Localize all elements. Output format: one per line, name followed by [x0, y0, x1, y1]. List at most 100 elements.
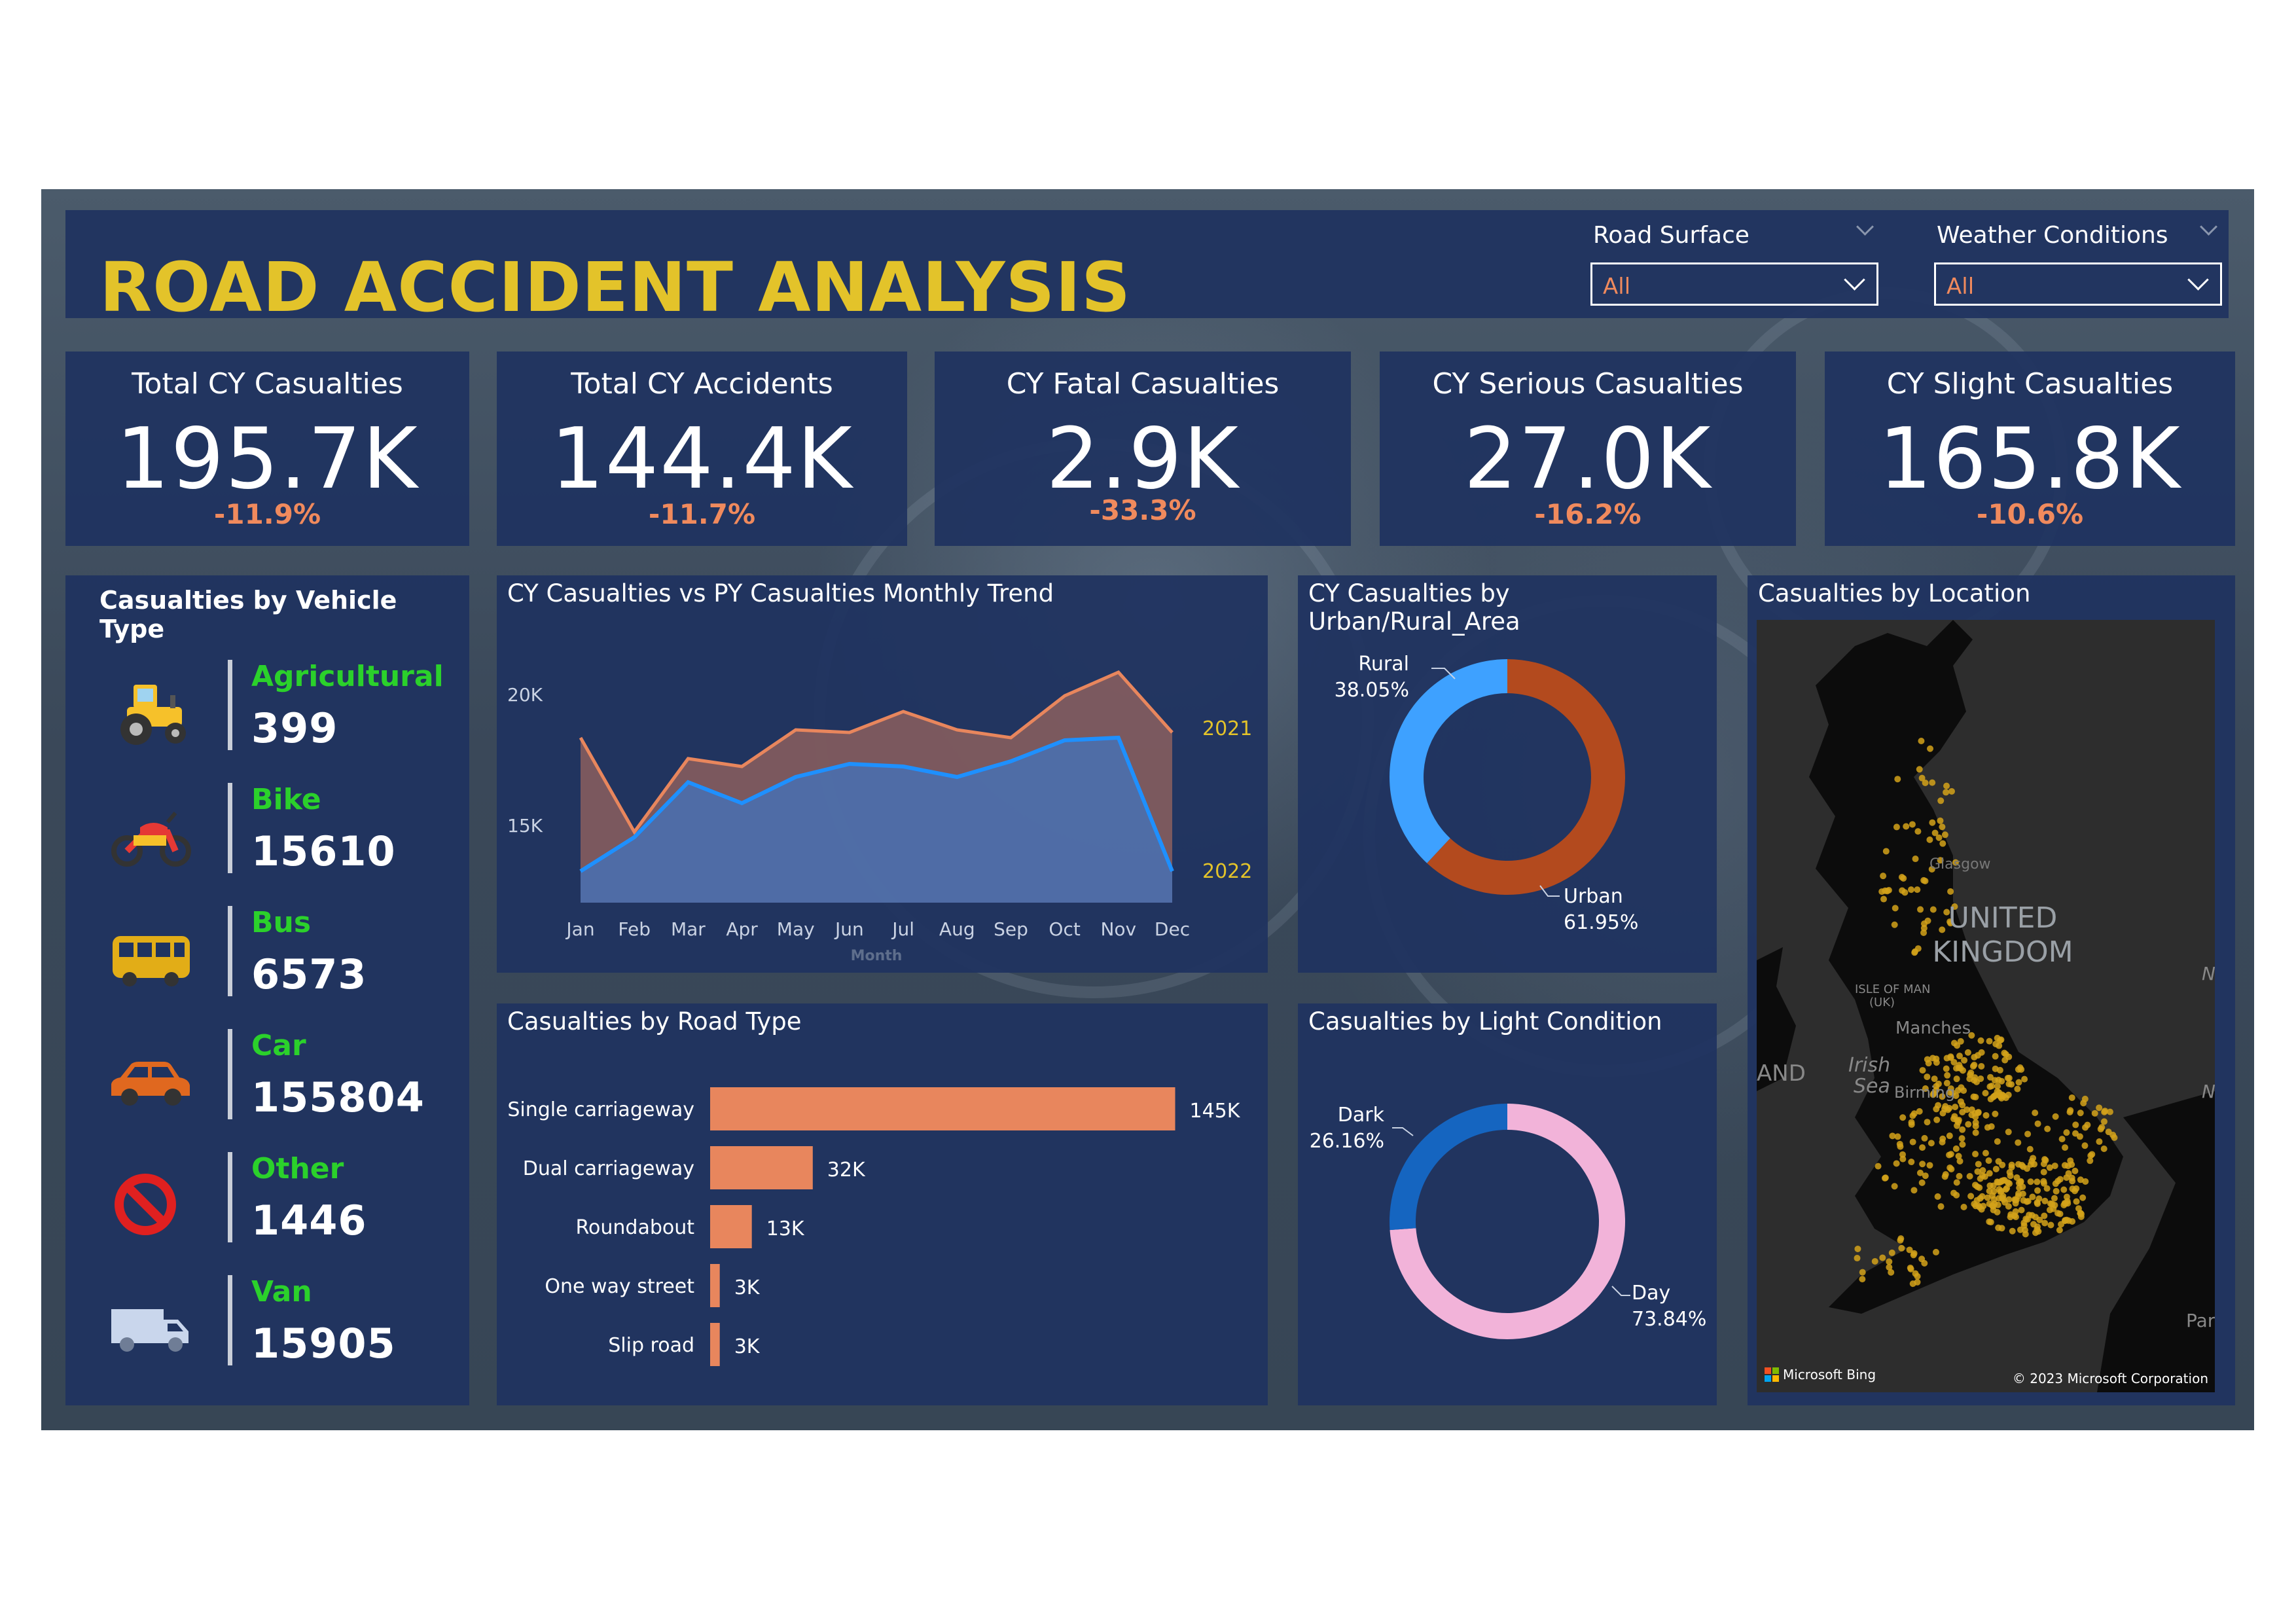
location-dot — [1972, 1182, 1979, 1189]
location-dot — [2027, 1178, 2034, 1185]
location-dot — [1995, 1158, 2002, 1165]
vehicle-item: Bike 15610 — [65, 774, 469, 898]
location-dot — [1943, 782, 1950, 789]
bar-category-label: Roundabout — [576, 1216, 695, 1239]
x-tick-label: Apr — [726, 918, 758, 940]
x-tick-label: Jun — [834, 918, 864, 940]
location-dot — [1977, 1037, 1984, 1044]
location-dot — [1985, 1157, 1992, 1164]
location-dot — [2100, 1145, 2108, 1152]
collapse-chevron-icon[interactable] — [1856, 218, 1874, 236]
trend-chart[interactable]: 20K 15K 2021 2022 Jan Feb Mar Apr May Jun Jul Aug Se… — [497, 575, 1268, 973]
location-dot — [1897, 1143, 1904, 1150]
location-dot — [2024, 1130, 2032, 1138]
location-dot — [1946, 1151, 1953, 1159]
urban-rural-donut-chart[interactable]: Urban 61.95% Rural 38.05% — [1298, 575, 1717, 973]
slice-label: Rural — [1358, 653, 1409, 676]
bar-value-label: 32K — [827, 1159, 866, 1182]
map-label-irish: Irish — [1848, 1054, 1890, 1077]
vehicle-item: Agricultural 399 — [65, 651, 469, 775]
location-dot — [2022, 1216, 2030, 1223]
light-condition-donut-chart[interactable]: Day 73.84% Dark 26.16% — [1298, 1003, 1717, 1405]
light-condition-panel: Casualties by Light Condition Day 73.84% D… — [1298, 1003, 1717, 1405]
road-type-bar — [710, 1205, 752, 1248]
road-type-bar-chart[interactable]: Single carriageway 145K Dual carriageway 32… — [497, 1003, 1268, 1405]
location-dot — [2007, 1172, 2014, 1180]
location-dot — [1943, 789, 1950, 796]
location-dot — [2004, 1075, 2011, 1082]
location-dot — [1946, 1164, 1954, 1171]
location-dot — [1916, 766, 1923, 773]
slice-label: Day — [1632, 1282, 1670, 1305]
location-dot — [2042, 1157, 2049, 1164]
location-dot — [2008, 1081, 2015, 1088]
kpi-value: 165.8K — [1878, 410, 2181, 508]
uk-map[interactable]: UNITED KINGDOM Glasgow ISLE OF MAN (UK) … — [1757, 620, 2215, 1392]
location-dot — [1988, 1083, 1996, 1090]
location-dot — [1977, 1195, 1984, 1202]
location-dot — [2028, 1212, 2036, 1219]
location-dot — [1971, 1061, 1978, 1068]
location-dot — [1994, 1201, 2001, 1208]
location-dot — [1941, 1173, 1948, 1180]
location-dot — [2077, 1110, 2084, 1117]
location-dot — [2009, 1227, 2016, 1235]
location-dot — [2018, 1066, 2025, 1073]
location-dot — [2081, 1142, 2089, 1149]
location-dot — [1928, 1140, 1935, 1147]
location-dot — [1959, 1141, 1966, 1148]
location-dot — [1931, 1075, 1938, 1083]
location-dot — [2068, 1094, 2075, 1101]
divider — [228, 1029, 232, 1119]
location-dot — [1937, 1203, 1945, 1210]
location-dot — [1982, 1149, 1989, 1157]
location-dot — [2026, 1146, 2034, 1153]
location-dot — [1921, 1134, 1928, 1142]
x-tick-label: Mar — [671, 918, 706, 940]
location-dot — [1886, 1258, 1893, 1265]
location-dot — [2005, 1091, 2012, 1098]
location-dot — [1893, 823, 1900, 831]
location-dot — [2008, 1161, 2015, 1168]
x-tick-label: May — [777, 918, 815, 940]
location-dot — [2043, 1185, 2051, 1192]
location-dot — [2077, 1176, 2084, 1183]
location-dot — [2017, 1178, 2024, 1185]
weather-conditions-slicer[interactable]: Weather Conditions All — [1934, 210, 2229, 318]
road-surface-dropdown[interactable]: All — [1590, 262, 1878, 306]
divider — [228, 1275, 232, 1365]
vehicle-name: Agricultural — [251, 660, 444, 693]
slice-label: Dark — [1338, 1104, 1385, 1127]
road-surface-slicer[interactable]: Road Surface All — [1590, 210, 1885, 318]
location-dot — [1968, 1111, 1975, 1119]
map-label-north-sea-2: N — [2202, 1081, 2215, 1102]
monthly-trend-panel: CY Casualties vs PY Casualties Monthly T… — [497, 575, 1268, 973]
x-tick-label: Dec — [1155, 918, 1190, 940]
location-dot — [1939, 823, 1946, 831]
location-dot — [1957, 1098, 1964, 1105]
location-dot — [2015, 1079, 2022, 1086]
map-label-manchester: Manches — [1895, 1019, 1971, 1038]
location-dot — [2006, 1180, 2013, 1187]
location-dot — [1970, 1093, 1977, 1100]
location-dot — [1954, 1122, 1961, 1129]
kpi-title: CY Slight Casualties — [1886, 367, 2174, 401]
x-axis-title: Month — [851, 948, 903, 964]
car-icon — [111, 1062, 190, 1106]
map-label-birmingham: Birming — [1894, 1083, 1955, 1102]
collapse-chevron-icon[interactable] — [2200, 218, 2217, 236]
location-dot — [1919, 1067, 1926, 1074]
leader-line — [1611, 1286, 1630, 1296]
location-dot — [2001, 1056, 2009, 1064]
slice-value-label: 38.05% — [1335, 679, 1409, 702]
location-dot — [2061, 1200, 2068, 1207]
weather-conditions-dropdown[interactable]: All — [1934, 262, 2222, 306]
location-dot — [1996, 1066, 2003, 1074]
location-dot — [1982, 1111, 1990, 1119]
location-dot — [1880, 895, 1888, 903]
location-dot — [1882, 848, 1890, 855]
location-dot — [2040, 1178, 2047, 1185]
location-dot — [1943, 1065, 1950, 1072]
location-dot — [1964, 1049, 1971, 1056]
location-dot — [1937, 797, 1945, 804]
